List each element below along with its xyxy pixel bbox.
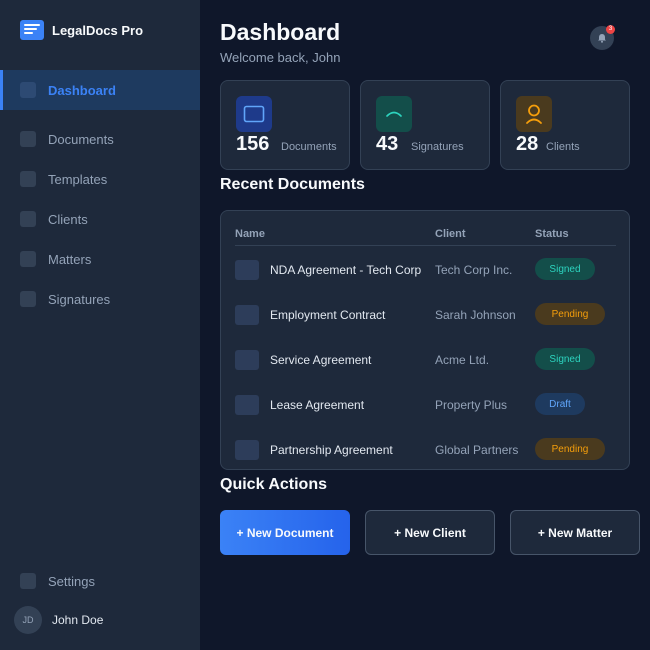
sidebar-item-templates[interactable]: Templates (0, 159, 200, 199)
status-badge: Signed (535, 258, 595, 280)
file-icon (235, 350, 259, 370)
clients-icon (20, 211, 36, 227)
file-icon (235, 260, 259, 280)
new-document-button[interactable]: + New Document (220, 510, 350, 555)
client-name: Global Partners (435, 443, 519, 457)
sidebar-item-label: Signatures (48, 291, 111, 307)
sidebar-item-documents[interactable]: Documents (0, 119, 200, 159)
stat-label: Signatures (411, 141, 464, 153)
quick-actions-title: Quick Actions (220, 476, 327, 493)
sidebar-item-dashboard[interactable]: Dashboard (0, 70, 200, 110)
document-icon (236, 96, 272, 132)
app-logo[interactable]: LegalDocs Pro (20, 20, 143, 40)
new-matter-button[interactable]: + New Matter (510, 510, 640, 555)
recent-documents-table: Name Client Status NDA Agreement - Tech … (220, 210, 630, 470)
signature-icon (376, 96, 412, 132)
column-header-name: Name (235, 228, 265, 240)
header-divider (235, 245, 616, 246)
status-badge: Pending (535, 438, 605, 460)
stat-value: 28 (516, 133, 539, 155)
dashboard-icon (20, 82, 36, 98)
sidebar-item-label: Templates (48, 171, 108, 187)
file-icon (235, 305, 259, 325)
table-row[interactable]: NDA Agreement - Tech Corp Tech Corp Inc.… (221, 248, 631, 293)
client-name: Property Plus (435, 398, 508, 412)
client-name: Tech Corp Inc. (435, 263, 513, 277)
stat-value: 156 (236, 133, 270, 155)
stat-label: Documents (281, 141, 337, 153)
document-name: Lease Agreement (270, 398, 365, 412)
signatures-icon (20, 291, 36, 307)
table-row[interactable]: Lease Agreement Property Plus Draft (221, 383, 631, 428)
sidebar-item-settings[interactable]: Settings (0, 561, 200, 601)
user-icon (516, 96, 552, 132)
sidebar-item-label: Matters (48, 251, 92, 267)
stat-card-documents[interactable]: 156 Documents (220, 80, 350, 170)
notification-count-badge: 3 (606, 25, 615, 34)
client-name: Acme Ltd. (435, 353, 490, 367)
status-badge: Draft (535, 393, 585, 415)
sidebar-item-clients[interactable]: Clients (0, 199, 200, 239)
document-name: Partnership Agreement (270, 443, 393, 457)
user-name: John Doe (52, 613, 104, 627)
avatar: JD (14, 606, 42, 634)
documents-icon (20, 131, 36, 147)
notification-button[interactable]: 3 (590, 25, 615, 50)
welcome-message: Welcome back, John (220, 50, 341, 65)
user-profile[interactable]: JD John Doe (14, 606, 103, 634)
client-name: Sarah Johnson (435, 308, 516, 322)
templates-icon (20, 171, 36, 187)
sidebar-item-matters[interactable]: Matters (0, 239, 200, 279)
new-client-button[interactable]: + New Client (365, 510, 495, 555)
stat-card-clients[interactable]: 28 Clients (500, 80, 630, 170)
main-content: Dashboard Welcome back, John 3 156 Docum… (200, 0, 650, 650)
status-badge: Pending (535, 303, 605, 325)
table-row[interactable]: Service Agreement Acme Ltd. Signed (221, 338, 631, 383)
table-row[interactable]: Employment Contract Sarah Johnson Pendin… (221, 293, 631, 338)
document-name: Service Agreement (270, 353, 372, 367)
page-title: Dashboard (220, 19, 341, 45)
legal-doc-logo-icon (20, 20, 44, 40)
file-icon (235, 440, 259, 460)
table-row[interactable]: Partnership Agreement Global Partners Pe… (221, 428, 631, 473)
stat-card-signatures[interactable]: 43 Signatures (360, 80, 490, 170)
stat-label: Clients (546, 141, 580, 153)
app-name: LegalDocs Pro (52, 22, 144, 38)
sidebar-item-label: Dashboard (48, 82, 116, 98)
column-header-client: Client (435, 228, 466, 240)
sidebar-item-signatures[interactable]: Signatures (0, 279, 200, 319)
settings-icon (20, 573, 36, 589)
status-badge: Signed (535, 348, 595, 370)
matters-icon (20, 251, 36, 267)
sidebar: LegalDocs Pro Dashboard Documents Templa… (0, 0, 200, 650)
file-icon (235, 395, 259, 415)
sidebar-item-label: Settings (48, 573, 95, 589)
sidebar-item-label: Clients (48, 211, 88, 227)
recent-documents-title: Recent Documents (220, 176, 365, 193)
bell-icon (598, 34, 606, 43)
sidebar-item-label: Documents (48, 131, 114, 147)
column-header-status: Status (535, 228, 569, 240)
stat-value: 43 (376, 133, 399, 155)
document-name: NDA Agreement - Tech Corp (270, 263, 422, 277)
document-name: Employment Contract (270, 308, 386, 322)
